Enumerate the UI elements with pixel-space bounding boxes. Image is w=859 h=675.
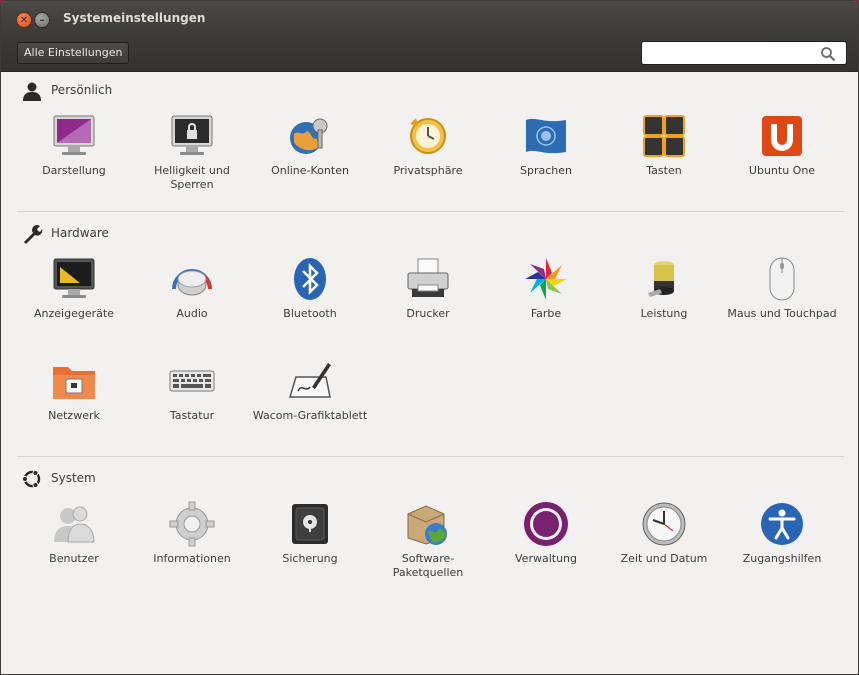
keyboard-icon (169, 370, 215, 392)
item-zeit-datum[interactable]: Zeit und Datum (605, 500, 723, 566)
item-zugangshilfen[interactable]: Zugangshilfen (723, 500, 841, 566)
title-bar: ✕ – Systemeinstellungen (1, 1, 858, 35)
tablet-pen-icon (288, 363, 331, 398)
users-icon (54, 506, 95, 543)
item-online-konten[interactable]: Online-Konten (251, 112, 369, 178)
ubuntu-one-icon (762, 116, 802, 156)
item-netzwerk[interactable]: Netzwerk (15, 357, 133, 423)
color-icon (525, 258, 567, 300)
search-box[interactable] (641, 41, 847, 65)
display-icon (53, 258, 95, 298)
item-tastatur[interactable]: Tastatur (133, 357, 251, 423)
item-ubuntu-one[interactable]: Ubuntu One (723, 112, 841, 178)
clock-icon (642, 502, 686, 546)
toolbar: Alle Einstellungen (1, 35, 858, 72)
section-title: Hardware (51, 226, 109, 240)
separator (17, 456, 844, 457)
settings-content: Persönlich Darstellung Helligkeit und Sp… (5, 72, 854, 672)
wrench-icon (24, 225, 43, 244)
item-software[interactable]: Software-Paketquellen (369, 500, 487, 580)
minimize-window-button[interactable]: – (34, 12, 50, 28)
item-tasten[interactable]: Tasten (605, 112, 723, 178)
item-helligkeit[interactable]: Helligkeit und Sperren (133, 112, 251, 192)
item-bluetooth[interactable]: Bluetooth (251, 255, 369, 321)
online-accounts-icon (290, 118, 328, 154)
section-title: Persönlich (51, 83, 113, 97)
bluetooth-icon (294, 258, 326, 300)
item-wacom[interactable]: Wacom-Grafiktablett (251, 357, 369, 423)
audio-knob-icon (172, 269, 212, 296)
settings-window: ✕ – Systemeinstellungen Alle Einstellung… (0, 0, 859, 675)
administration-icon (524, 502, 568, 546)
search-icon[interactable] (820, 46, 836, 62)
appearance-icon (53, 115, 95, 155)
item-farbe[interactable]: Farbe (487, 255, 605, 321)
separator (17, 211, 844, 212)
item-drucker[interactable]: Drucker (369, 255, 487, 321)
ubuntu-logo-icon (22, 470, 41, 488)
item-sicherung[interactable]: Sicherung (251, 500, 369, 566)
privacy-icon (410, 118, 446, 154)
safe-icon (292, 504, 328, 544)
item-privatsphaere[interactable]: Privatsphäre (369, 112, 487, 178)
item-anzeigegeraete[interactable]: Anzeigegeräte (15, 255, 133, 321)
software-package-icon (407, 505, 447, 545)
section-title: System (51, 471, 96, 485)
battery-icon (648, 261, 674, 297)
all-settings-button[interactable]: Alle Einstellungen (17, 42, 130, 64)
item-darstellung[interactable]: Darstellung (15, 112, 133, 178)
network-folder-icon (53, 367, 95, 399)
window-title: Systemeinstellungen (63, 11, 206, 25)
printer-icon (407, 258, 449, 297)
search-input[interactable] (646, 44, 816, 62)
close-window-button[interactable]: ✕ (16, 12, 32, 28)
accessibility-icon (761, 503, 803, 545)
item-verwaltung[interactable]: Verwaltung (487, 500, 605, 566)
item-audio[interactable]: Audio (133, 255, 251, 321)
item-leistung[interactable]: Leistung (605, 255, 723, 321)
keys-icon (643, 115, 685, 157)
lock-screen-icon (171, 115, 213, 155)
gear-icon (169, 501, 215, 547)
item-maus[interactable]: Maus und Touchpad (723, 255, 841, 321)
item-informationen[interactable]: Informationen (133, 500, 251, 566)
language-flag-icon (526, 118, 566, 154)
item-sprachen[interactable]: Sprachen (487, 112, 605, 178)
mouse-icon (769, 257, 795, 301)
person-icon (23, 82, 41, 101)
item-benutzer[interactable]: Benutzer (15, 500, 133, 566)
